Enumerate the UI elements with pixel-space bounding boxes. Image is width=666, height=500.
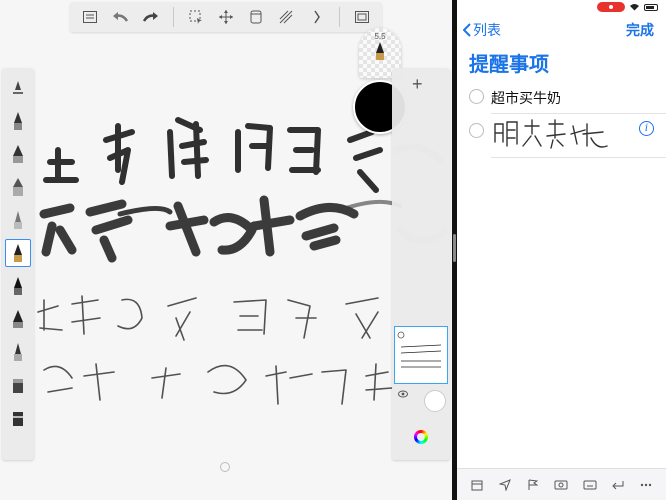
done-button[interactable]: 完成 bbox=[626, 20, 654, 40]
redo-icon[interactable] bbox=[138, 6, 162, 28]
brush-block-icon[interactable] bbox=[5, 404, 31, 432]
brush-size-label: 5.5 bbox=[374, 32, 386, 41]
ruler-icon[interactable] bbox=[244, 6, 268, 28]
more-icon[interactable] bbox=[637, 476, 655, 494]
canvas-home-indicator bbox=[220, 462, 230, 472]
brush-calligraphy-icon[interactable] bbox=[5, 239, 31, 267]
completion-checkbox[interactable] bbox=[469, 123, 484, 138]
toolbar-divider bbox=[338, 7, 340, 27]
nib-icon bbox=[376, 42, 384, 60]
screen: 5.5 + 列表 完成 提醒事项 超市买牛奶 i bbox=[0, 0, 666, 500]
select-icon[interactable] bbox=[184, 6, 208, 28]
fullscreen-icon[interactable] bbox=[350, 6, 374, 28]
battery-icon bbox=[644, 3, 658, 11]
camera-icon[interactable] bbox=[552, 476, 570, 494]
layer-item-active[interactable] bbox=[394, 326, 448, 384]
visibility-eye-icon[interactable] bbox=[398, 390, 408, 398]
brush-ink-icon[interactable] bbox=[5, 140, 31, 168]
completion-checkbox[interactable] bbox=[469, 89, 484, 104]
reminders-app: 列表 完成 提醒事项 超市买牛奶 i bbox=[457, 0, 666, 500]
reminder-item[interactable]: 超市买牛奶 bbox=[457, 80, 666, 114]
sketch-app: 5.5 + bbox=[0, 0, 452, 500]
gallery-icon[interactable] bbox=[78, 6, 102, 28]
status-bar bbox=[457, 0, 666, 14]
return-icon[interactable] bbox=[609, 476, 627, 494]
nav-bar: 列表 完成 bbox=[457, 16, 666, 42]
toolbar-divider bbox=[172, 7, 174, 27]
handwritten-reminder-ink[interactable] bbox=[491, 116, 611, 156]
flag-icon[interactable] bbox=[524, 476, 542, 494]
location-icon[interactable] bbox=[496, 476, 514, 494]
background-color-swatch[interactable] bbox=[424, 390, 446, 412]
top-toolbar bbox=[70, 2, 382, 32]
recording-indicator bbox=[597, 2, 625, 12]
stroke bbox=[43, 147, 79, 183]
page-title: 提醒事项 bbox=[469, 54, 549, 76]
brush-fine-icon[interactable] bbox=[5, 338, 31, 366]
reminder-text[interactable]: 超市买牛奶 bbox=[491, 88, 561, 108]
brush-pencil-icon[interactable] bbox=[5, 107, 31, 135]
perspective-icon[interactable] bbox=[274, 6, 298, 28]
split-view-handle[interactable] bbox=[453, 234, 456, 262]
row-separator bbox=[491, 157, 666, 158]
brush-nib-icon[interactable] bbox=[5, 305, 31, 333]
brush-toolbar bbox=[2, 68, 34, 460]
keyboard-icon[interactable] bbox=[581, 476, 599, 494]
color-wheel-icon[interactable] bbox=[414, 430, 428, 444]
back-button[interactable]: 列表 bbox=[463, 20, 501, 40]
wifi-icon bbox=[630, 4, 639, 11]
undo-icon[interactable] bbox=[108, 6, 132, 28]
info-icon[interactable]: i bbox=[639, 121, 654, 136]
chevron-left-icon bbox=[463, 23, 471, 37]
reminder-item[interactable]: i bbox=[457, 114, 666, 158]
brush-eraser-icon[interactable] bbox=[5, 371, 31, 399]
brush-airbrush-icon[interactable] bbox=[5, 206, 31, 234]
layer-thumbnail bbox=[394, 326, 448, 384]
brush-marker-icon[interactable] bbox=[5, 173, 31, 201]
add-layer-button[interactable]: + bbox=[412, 74, 423, 95]
keyboard-shortcut-bar bbox=[457, 468, 666, 500]
symmetry-icon[interactable] bbox=[305, 6, 329, 28]
date-icon[interactable] bbox=[468, 476, 486, 494]
layers-panel: + bbox=[392, 68, 450, 460]
transform-icon[interactable] bbox=[214, 6, 238, 28]
back-label: 列表 bbox=[473, 22, 501, 38]
brush-smudge-icon[interactable] bbox=[5, 74, 31, 102]
brush-pen-icon[interactable] bbox=[5, 272, 31, 300]
